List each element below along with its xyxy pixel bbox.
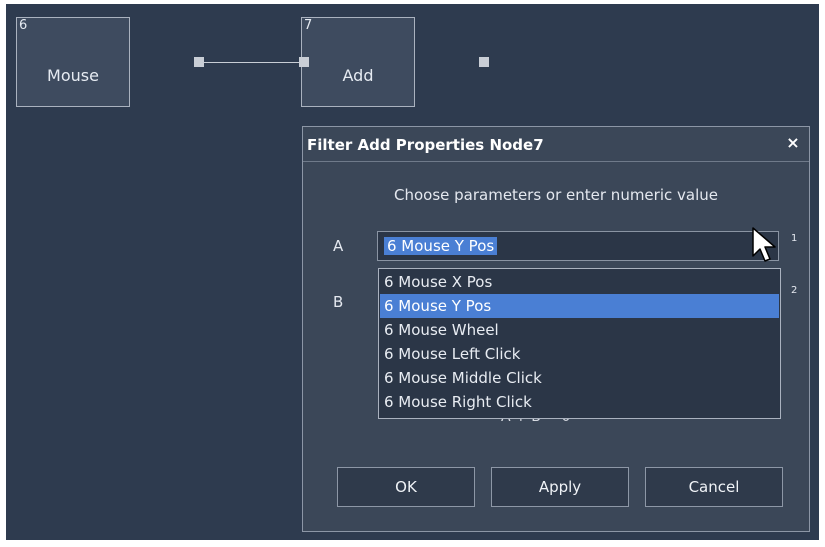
ok-button[interactable]: OK (337, 467, 475, 507)
output-port[interactable] (194, 57, 204, 67)
cancel-button[interactable]: Cancel (645, 467, 783, 507)
dropdown-option-selected[interactable]: 6 Mouse Y Pos (380, 294, 779, 318)
param-a-value: 6 Mouse Y Pos (384, 237, 498, 255)
node-label: Mouse (47, 66, 99, 85)
input-port[interactable] (299, 57, 309, 67)
apply-button[interactable]: Apply (491, 467, 629, 507)
node-canvas[interactable]: 6 Mouse 7 Add Filter Add Properties Node… (6, 4, 819, 540)
param-a-dropdown-list[interactable]: 6 Mouse X Pos 6 Mouse Y Pos 6 Mouse Whee… (378, 268, 781, 419)
mouse-pointer-icon (752, 227, 776, 262)
dropdown-option[interactable]: 6 Mouse Right Click (380, 390, 779, 414)
dropdown-option[interactable]: 6 Mouse Left Click (380, 342, 779, 366)
dropdown-option[interactable]: 6 Mouse X Pos (380, 270, 779, 294)
output-port[interactable] (479, 57, 489, 67)
node-id: 7 (304, 18, 313, 33)
param-a-combobox[interactable]: 6 Mouse Y Pos ▼ (377, 231, 779, 261)
node-id: 6 (19, 18, 28, 33)
node-add[interactable]: 7 Add (301, 17, 415, 107)
close-icon[interactable]: × (785, 135, 801, 151)
param-b-index: 2 (791, 285, 798, 296)
node-label: Add (342, 66, 374, 85)
connection-wire (204, 62, 304, 63)
title-divider (303, 161, 809, 162)
param-a-label: A (333, 237, 344, 255)
dropdown-option[interactable]: 6 Mouse Middle Click (380, 366, 779, 390)
node-mouse[interactable]: 6 Mouse (16, 17, 130, 107)
instruction-text: Choose parameters or enter numeric value (394, 186, 718, 204)
dropdown-option[interactable]: 6 Mouse Wheel (380, 318, 779, 342)
param-a-index: 1 (791, 233, 798, 244)
properties-dialog: Filter Add Properties Node7 × Choose par… (302, 126, 810, 532)
param-b-label: B (333, 293, 344, 311)
dialog-title: Filter Add Properties Node7 (307, 136, 544, 154)
